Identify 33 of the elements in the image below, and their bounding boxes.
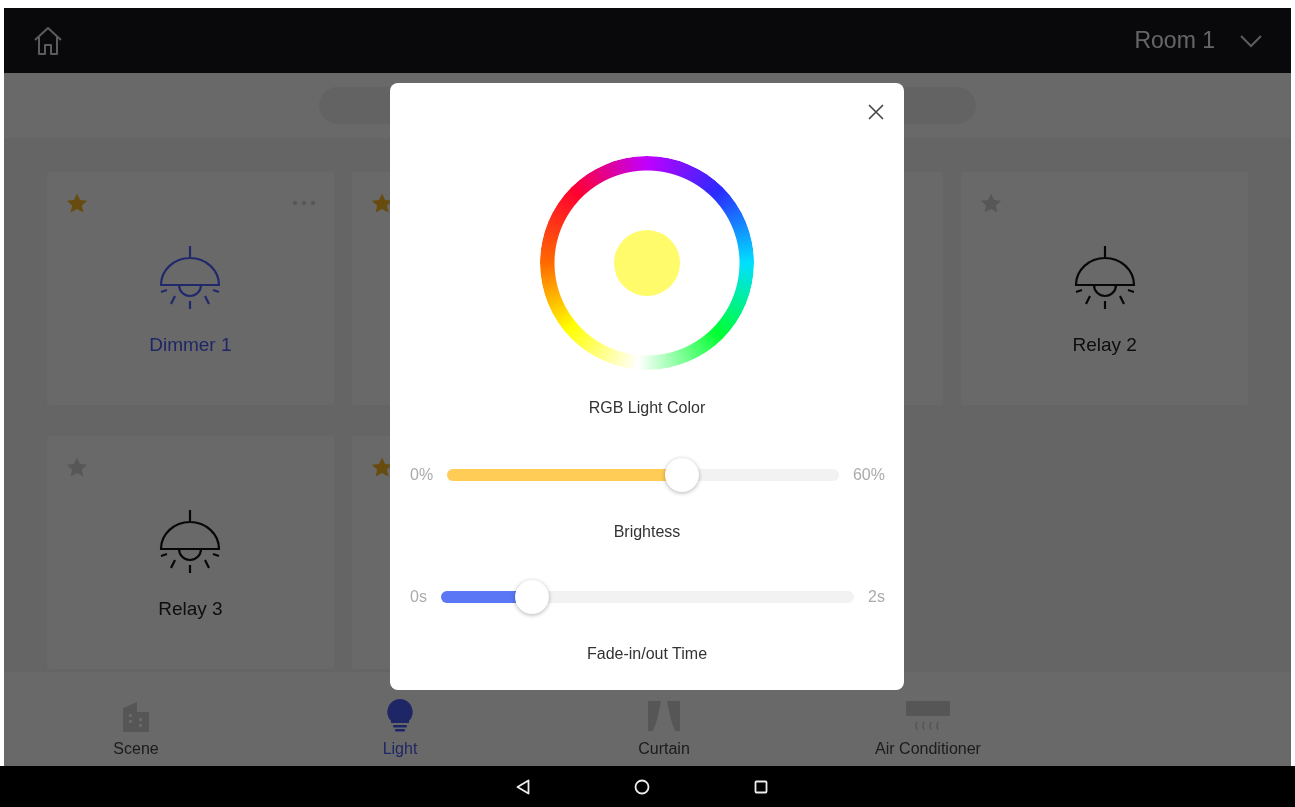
slider-max-label: 60%	[852, 466, 885, 484]
slider-max-label: 2s	[868, 588, 885, 606]
room-selector[interactable]: Room 1	[1134, 27, 1215, 54]
back-icon[interactable]	[515, 778, 530, 795]
home-circle-icon[interactable]	[633, 778, 650, 795]
device-name: Dimmer 1	[149, 334, 232, 356]
slider-min-label: 0s	[410, 588, 427, 606]
tab-label: Curtain	[638, 740, 690, 758]
nav-tab[interactable]: Light	[268, 672, 532, 766]
nav-tab[interactable]: Air Conditioner	[796, 672, 1060, 766]
close-icon[interactable]	[868, 104, 884, 120]
chevron-down-icon[interactable]	[1239, 33, 1263, 48]
device-name: Relay 2	[1072, 334, 1137, 356]
slider[interactable]	[447, 457, 839, 493]
slider-label: Fade-in/out Time	[586, 645, 708, 663]
device-card[interactable]: Relay 2	[961, 172, 1248, 405]
slider-thumb[interactable]	[665, 458, 700, 492]
tab-label: Air Conditioner	[875, 740, 981, 758]
device-card[interactable]: Relay 3	[47, 436, 334, 669]
nav-tab[interactable]: Curtain	[532, 672, 796, 766]
bulb-icon	[385, 698, 415, 732]
slider[interactable]	[440, 579, 855, 615]
nav-tab[interactable]: Scene	[4, 672, 268, 766]
slider-label: Brightess	[613, 523, 681, 541]
color-wheel-label: RGB Light Color	[588, 399, 706, 417]
device-name: Relay 3	[158, 598, 223, 620]
tab-label: Scene	[113, 740, 159, 758]
slider-min-label: 0%	[410, 466, 434, 484]
slider-thumb[interactable]	[514, 580, 549, 614]
tab-label: Light	[382, 740, 418, 758]
home-icon[interactable]	[32, 24, 64, 57]
device-card[interactable]: Dimmer 1	[47, 172, 334, 405]
recents-icon[interactable]	[753, 779, 768, 794]
